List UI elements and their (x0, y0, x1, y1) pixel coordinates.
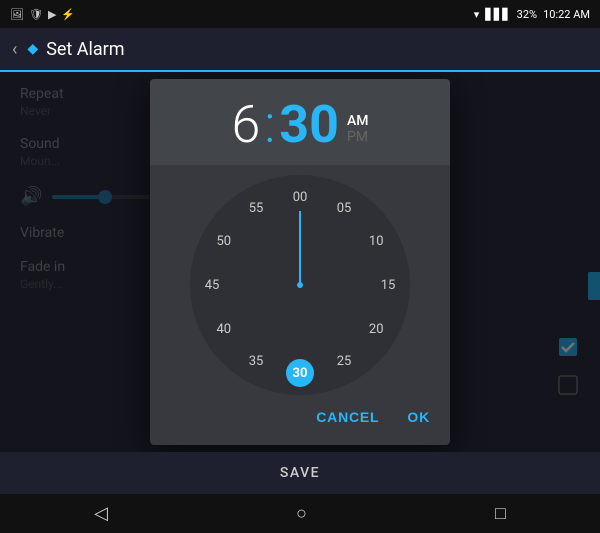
main-content: Repeat Never Sound Moun... 🔊 Vibrate Fad… (0, 72, 600, 452)
clock-number-30[interactable]: 30 (286, 359, 314, 387)
wifi-icon: ▾ (474, 8, 480, 21)
clock-area: 00 0510 15 2025 30 3540 45 5055 (150, 165, 450, 395)
time-display: 6 : 30 AM PM (150, 79, 450, 165)
colon-display: : (264, 99, 275, 151)
clock-number-25[interactable]: 25 (330, 347, 358, 375)
lightning-icon: ⚡ (61, 8, 75, 21)
back-arrow-icon[interactable]: ‹ (12, 39, 17, 60)
recent-nav-icon[interactable]: □ (495, 503, 506, 524)
shield-icon: 🛡 (29, 8, 43, 21)
status-bar: 🖼 🛡 ▶ ⚡ ▾ ▋▋▋ 32% 10:22 AM (0, 0, 600, 28)
clock-number-45[interactable]: 45 (198, 271, 226, 299)
back-nav-icon[interactable]: ◁ (94, 503, 108, 524)
dialog-buttons: CANCEL OK (150, 395, 450, 445)
clock-number-35[interactable]: 35 (242, 347, 270, 375)
clock-number-05[interactable]: 05 (330, 195, 358, 223)
hours-display[interactable]: 6 (232, 99, 261, 151)
status-icons-left: 🖼 🛡 ▶ ⚡ (10, 8, 75, 21)
battery-text: 32% (517, 8, 537, 21)
time-picker-dialog: 6 : 30 AM PM 00 0510 15 2025 30 3540 45 5055 (150, 79, 450, 445)
diamond-icon: ◆ (27, 41, 38, 57)
clock-number-00[interactable]: 00 (286, 183, 314, 211)
picture-icon: 🖼 (10, 8, 24, 21)
clock-number-15[interactable]: 15 (374, 271, 402, 299)
ok-button[interactable]: OK (403, 403, 434, 431)
clock-face[interactable]: 00 0510 15 2025 30 3540 45 5055 (190, 175, 410, 395)
dialog-overlay: 6 : 30 AM PM 00 0510 15 2025 30 3540 45 5055 (0, 72, 600, 452)
time-text: 10:22 AM (543, 8, 590, 21)
status-right: ▾ ▋▋▋ 32% 10:22 AM (474, 8, 590, 21)
clock-number-20[interactable]: 20 (362, 315, 390, 343)
cancel-button[interactable]: CANCEL (312, 403, 383, 431)
clock-center (297, 282, 303, 288)
am-label[interactable]: AM (347, 113, 369, 129)
signal-icon: ▋▋▋ (485, 8, 510, 21)
pm-label[interactable]: PM (347, 129, 369, 145)
play-icon: ▶ (48, 8, 56, 21)
ampm-selector[interactable]: AM PM (347, 113, 369, 145)
page-title: Set Alarm (46, 39, 124, 60)
save-bar[interactable]: SAVE (0, 452, 600, 494)
minutes-display[interactable]: 30 (279, 99, 339, 151)
nav-bar: ◁ ○ □ (0, 494, 600, 533)
title-bar: ‹ ◆ Set Alarm (0, 28, 600, 72)
clock-number-55[interactable]: 55 (242, 195, 270, 223)
clock-number-50[interactable]: 50 (210, 227, 238, 255)
clock-number-10[interactable]: 10 (362, 227, 390, 255)
clock-hand (299, 211, 301, 285)
home-nav-icon[interactable]: ○ (296, 503, 307, 524)
save-label: SAVE (280, 465, 320, 481)
clock-number-40[interactable]: 40 (210, 315, 238, 343)
